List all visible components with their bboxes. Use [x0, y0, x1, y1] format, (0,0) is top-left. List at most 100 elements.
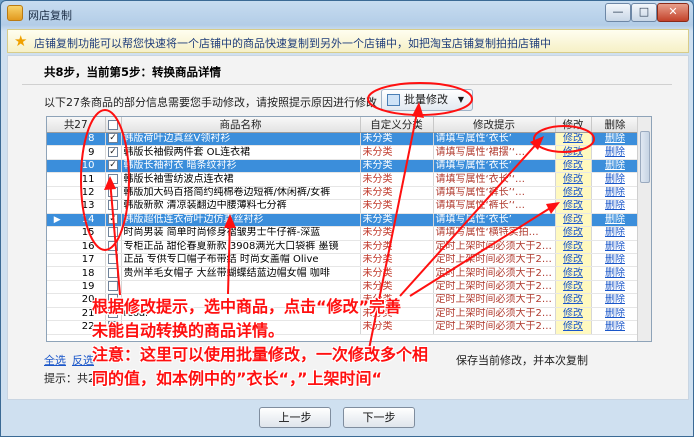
next-step-button[interactable]: 下一步	[343, 407, 415, 428]
row-checkbox-cell[interactable]	[105, 240, 122, 254]
delete-link-cell[interactable]: 删除	[591, 172, 640, 187]
table-row[interactable]: 13 韩版新款 清凉装翻边中腰薄料七分裤 未分类 请填写属性‘裤长’‘… 修改 删除	[47, 199, 651, 214]
edit-link-cell[interactable]: 修改	[555, 159, 592, 174]
edit-link[interactable]: 修改	[563, 254, 583, 265]
delete-link-cell[interactable]: 删除	[591, 293, 640, 308]
delete-link-cell[interactable]: 删除	[591, 159, 640, 174]
delete-link[interactable]: 删除	[605, 147, 625, 158]
edit-link[interactable]: 修改	[563, 160, 583, 171]
delete-link[interactable]: 删除	[605, 187, 625, 198]
maximize-button[interactable]: □	[631, 3, 657, 22]
row-checkbox-cell[interactable]	[105, 226, 122, 241]
edit-link[interactable]: 修改	[563, 133, 583, 144]
select-all-checkbox[interactable]	[108, 119, 118, 130]
edit-link-cell[interactable]: 修改	[555, 280, 592, 295]
close-button[interactable]: ✕	[657, 3, 689, 22]
delete-link-cell[interactable]: 删除	[591, 240, 640, 254]
table-row[interactable]: 11 韩版长袖雪纺波点连衣裙 未分类 请填写属性‘衣长’‘… 修改 删除	[47, 172, 651, 187]
table-row[interactable]: 19 未分类 定时上架时间必须大于2… 修改 删除	[47, 280, 651, 295]
edit-link[interactable]: 修改	[563, 268, 583, 279]
delete-link[interactable]: 删除	[605, 227, 625, 238]
edit-link[interactable]: 修改	[563, 321, 583, 332]
table-row[interactable]: 14✓韩版超低连衣荷叶边仿真丝衬衫未分类请填写属性‘衣长’ 修改 删除	[47, 213, 651, 228]
edit-link-cell[interactable]: 修改	[555, 186, 592, 201]
edit-link-cell[interactable]: 修改	[555, 172, 592, 187]
edit-link[interactable]: 修改	[563, 308, 583, 319]
row-checkbox[interactable]	[108, 200, 118, 211]
row-checkbox-cell[interactable]	[105, 280, 122, 295]
delete-link[interactable]: 删除	[605, 321, 625, 332]
table-row[interactable]: 8 ✓ 韩版荷叶边真丝V领衬衫 未分类 请填写属性‘衣长’ 修改 删除	[47, 132, 651, 147]
edit-link[interactable]: 修改	[563, 174, 583, 185]
delete-link-cell[interactable]: 删除	[591, 186, 640, 201]
edit-link-cell[interactable]: 修改	[555, 253, 592, 268]
delete-link[interactable]: 删除	[605, 254, 625, 265]
delete-link-cell[interactable]: 删除	[591, 199, 640, 214]
row-checkbox-cell[interactable]: ✓	[105, 145, 122, 160]
row-checkbox-cell[interactable]	[105, 186, 122, 201]
delete-link[interactable]: 删除	[605, 308, 625, 319]
scrollbar-thumb[interactable]	[640, 131, 650, 183]
row-checkbox-cell[interactable]	[105, 253, 122, 268]
edit-link-cell[interactable]: 修改	[555, 266, 592, 281]
prev-step-button[interactable]: 上一步	[259, 407, 331, 428]
table-row[interactable]: 9 ✓ 韩版长袖假两件套 OL连衣裙 未分类 请填写属性‘裙摆’‘… 修改 删除	[47, 145, 651, 160]
edit-link[interactable]: 修改	[563, 200, 583, 211]
row-checkbox[interactable]: ✓	[108, 146, 118, 157]
edit-link-cell[interactable]: 修改	[555, 199, 592, 214]
table-row[interactable]: 17 正品 专供专口帽子布带结 时尚女盖帽 Olive 未分类 定时上架时间必须大于2…	[47, 253, 651, 268]
row-checkbox-cell[interactable]: ✓	[105, 213, 122, 228]
edit-link[interactable]: 修改	[563, 241, 583, 252]
delete-link[interactable]: 删除	[605, 294, 625, 305]
row-checkbox[interactable]: ✓	[108, 213, 118, 224]
delete-link[interactable]: 删除	[605, 160, 625, 171]
row-checkbox[interactable]	[108, 281, 118, 292]
row-checkbox-cell[interactable]	[105, 266, 122, 281]
select-all-link[interactable]: 全选	[44, 352, 66, 368]
table-row[interactable]: 16 专柜正品 甜伦春夏新款 3908满光大口袋裤 墨镜 未分类 定时上架时间必须大于…	[47, 240, 651, 254]
delete-link[interactable]: 删除	[605, 200, 625, 211]
edit-link[interactable]: 修改	[563, 227, 583, 238]
edit-link-cell[interactable]: 修改	[555, 145, 592, 160]
delete-link-cell[interactable]: 删除	[591, 132, 640, 147]
row-checkbox-cell[interactable]: ✓	[105, 159, 122, 174]
row-checkbox[interactable]	[108, 267, 118, 278]
edit-link[interactable]: 修改	[563, 187, 583, 198]
table-row[interactable]: 12 韩版加大码百搭简约纯棉卷边短裤/休闲裤/女裤 未分类 请填写属性‘裤长’‘… 修改…	[47, 186, 651, 201]
row-checkbox-cell[interactable]	[105, 199, 122, 214]
delete-link-cell[interactable]: 删除	[591, 226, 640, 241]
edit-link[interactable]: 修改	[563, 294, 583, 305]
bulk-edit-button[interactable]: 批量修改 ▼	[381, 89, 473, 111]
delete-link-cell[interactable]: 删除	[591, 280, 640, 295]
delete-link[interactable]: 删除	[605, 241, 625, 252]
edit-link[interactable]: 修改	[563, 281, 583, 292]
row-checkbox[interactable]: ✓	[108, 133, 118, 144]
row-checkbox-cell[interactable]	[105, 172, 122, 187]
delete-link-cell[interactable]: 删除	[591, 145, 640, 160]
row-checkbox[interactable]: ✓	[108, 160, 118, 171]
table-row[interactable]: 10 ✓ 韩版长袖衬衣 暗条纹衬衫 未分类 请填写属性‘衣长’ 修改 删除	[47, 159, 651, 174]
row-checkbox-cell[interactable]: ✓	[105, 132, 122, 147]
header-select[interactable]	[105, 117, 122, 133]
edit-link-cell[interactable]: 修改	[555, 213, 592, 228]
edit-link-cell[interactable]: 修改	[555, 307, 592, 322]
table-row[interactable]: 18 贵州羊毛女帽子 大丝带蝴蝶结蓝边帽女帽 咖啡 未分类 定时上架时间必须大于2… 修…	[47, 266, 651, 281]
row-checkbox[interactable]	[108, 186, 118, 197]
edit-link[interactable]: 修改	[563, 147, 583, 158]
edit-link[interactable]: 修改	[563, 214, 583, 225]
invert-selection-link[interactable]: 反选	[72, 352, 94, 368]
row-checkbox[interactable]	[108, 173, 118, 184]
delete-link[interactable]: 删除	[605, 281, 625, 292]
delete-link[interactable]: 删除	[605, 214, 625, 225]
delete-link-cell[interactable]: 删除	[591, 213, 640, 228]
delete-link[interactable]: 删除	[605, 174, 625, 185]
edit-link-cell[interactable]: 修改	[555, 132, 592, 147]
edit-link-cell[interactable]: 修改	[555, 226, 592, 241]
row-checkbox[interactable]	[108, 227, 118, 238]
vertical-scrollbar[interactable]	[637, 117, 651, 341]
table-row[interactable]: 15 时尚男装 简单时尚修身褶皱男士牛仔裤-深蓝 未分类 请填写属性‘横特实拍… 修改 删…	[47, 226, 651, 241]
edit-link-cell[interactable]: 修改	[555, 293, 592, 308]
delete-link-cell[interactable]: 删除	[591, 320, 640, 335]
minimize-button[interactable]: —	[605, 3, 631, 22]
delete-link-cell[interactable]: 删除	[591, 307, 640, 322]
